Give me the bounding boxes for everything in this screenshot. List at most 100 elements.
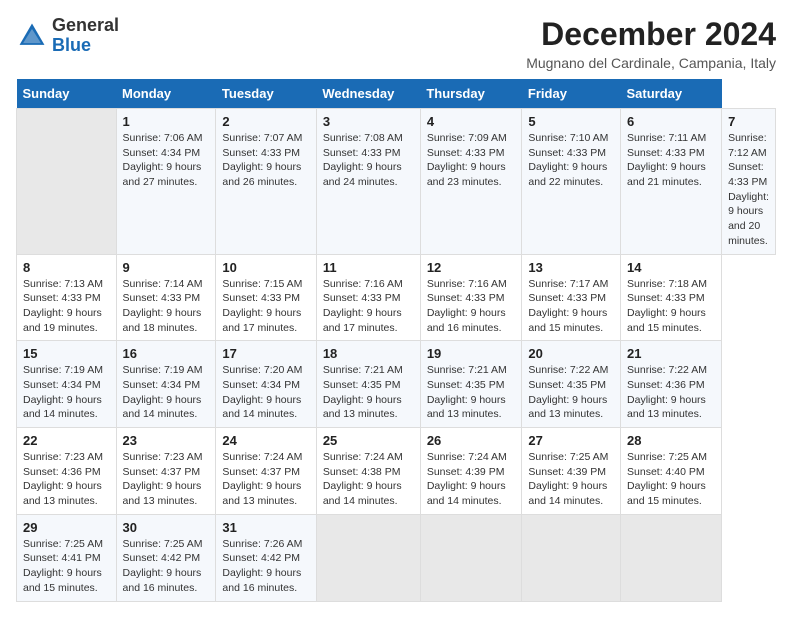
calendar-cell: 3Sunrise: 7:08 AMSunset: 4:33 PMDaylight… — [316, 109, 420, 255]
day-number: 13 — [528, 260, 614, 275]
calendar-cell: 14 Sunrise: 7:18 AMSunset: 4:33 PMDayligh… — [621, 254, 722, 341]
day-info: Sunrise: 7:25 AMSunset: 4:42 PMDaylight:… — [123, 537, 210, 596]
calendar-cell: 31 Sunrise: 7:26 AMSunset: 4:42 PMDayligh… — [216, 514, 316, 601]
calendar-cell: 17Sunrise: 7:20 AMSunset: 4:34 PMDayligh… — [216, 341, 316, 428]
day-info: Sunrise: 7:21 AMSunset: 4:35 PMDaylight:… — [427, 363, 516, 422]
header-day-sunday: Sunday — [17, 79, 117, 109]
day-number: 5 — [528, 114, 614, 129]
calendar-cell: 26 Sunrise: 7:24 AMSunset: 4:39 PMDayligh… — [420, 428, 522, 515]
day-info: Sunrise: 7:19 AMSunset: 4:34 PMDaylight:… — [123, 363, 210, 422]
calendar-cell: 5 Sunrise: 7:10 AMSunset: 4:33 PMDaylight… — [522, 109, 621, 255]
day-info: Sunrise: 7:07 AMSunset: 4:33 PMDaylight:… — [222, 131, 309, 190]
calendar-cell: 29Sunrise: 7:25 AMSunset: 4:41 PMDayligh… — [17, 514, 117, 601]
calendar-cell: 8 Sunrise: 7:13 AMSunset: 4:33 PMDaylight… — [17, 254, 117, 341]
day-info: Sunrise: 7:08 AMSunset: 4:33 PMDaylight:… — [323, 131, 414, 190]
day-info: Sunrise: 7:16 AMSunset: 4:33 PMDaylight:… — [323, 277, 414, 336]
calendar-week-3: 15 Sunrise: 7:19 AMSunset: 4:34 PMDayligh… — [17, 341, 776, 428]
day-info: Sunrise: 7:20 AMSunset: 4:34 PMDaylight:… — [222, 363, 309, 422]
calendar-week-2: 8 Sunrise: 7:13 AMSunset: 4:33 PMDaylight… — [17, 254, 776, 341]
header-day-saturday: Saturday — [621, 79, 722, 109]
day-number: 23 — [123, 433, 210, 448]
calendar-cell: 10 Sunrise: 7:15 AMSunset: 4:33 PMDayligh… — [216, 254, 316, 341]
calendar-week-4: 22Sunrise: 7:23 AMSunset: 4:36 PMDayligh… — [17, 428, 776, 515]
calendar-cell: 15 Sunrise: 7:19 AMSunset: 4:34 PMDayligh… — [17, 341, 117, 428]
calendar-cell: 25Sunrise: 7:24 AMSunset: 4:38 PMDayligh… — [316, 428, 420, 515]
day-number: 16 — [123, 346, 210, 361]
day-info: Sunrise: 7:23 AMSunset: 4:37 PMDaylight:… — [123, 450, 210, 509]
day-number: 19 — [427, 346, 516, 361]
calendar-cell: 12 Sunrise: 7:16 AMSunset: 4:33 PMDayligh… — [420, 254, 522, 341]
month-title: December 2024 — [526, 16, 776, 53]
calendar-cell: 23 Sunrise: 7:23 AMSunset: 4:37 PMDayligh… — [116, 428, 216, 515]
calendar-cell — [316, 514, 420, 601]
day-number: 31 — [222, 520, 309, 535]
calendar-cell: 21 Sunrise: 7:22 AMSunset: 4:36 PMDayligh… — [621, 341, 722, 428]
day-number: 20 — [528, 346, 614, 361]
logo: General Blue — [16, 16, 119, 56]
calendar-cell: 28Sunrise: 7:25 AMSunset: 4:40 PMDayligh… — [621, 428, 722, 515]
day-number: 24 — [222, 433, 309, 448]
day-info: Sunrise: 7:25 AMSunset: 4:40 PMDaylight:… — [627, 450, 715, 509]
day-info: Sunrise: 7:25 AMSunset: 4:39 PMDaylight:… — [528, 450, 614, 509]
day-info: Sunrise: 7:14 AMSunset: 4:33 PMDaylight:… — [123, 277, 210, 336]
day-info: Sunrise: 7:12 AMSunset: 4:33 PMDaylight:… — [728, 131, 769, 249]
calendar-week-1: 1 Sunrise: 7:06 AMSunset: 4:34 PMDaylight… — [17, 109, 776, 255]
day-info: Sunrise: 7:26 AMSunset: 4:42 PMDaylight:… — [222, 537, 309, 596]
day-info: Sunrise: 7:25 AMSunset: 4:41 PMDaylight:… — [23, 537, 110, 596]
day-info: Sunrise: 7:15 AMSunset: 4:33 PMDaylight:… — [222, 277, 309, 336]
calendar-cell: 30Sunrise: 7:25 AMSunset: 4:42 PMDayligh… — [116, 514, 216, 601]
header-day-wednesday: Wednesday — [316, 79, 420, 109]
day-number: 21 — [627, 346, 715, 361]
logo-text: General Blue — [52, 16, 119, 56]
calendar-cell: 4Sunrise: 7:09 AMSunset: 4:33 PMDaylight… — [420, 109, 522, 255]
day-number: 18 — [323, 346, 414, 361]
header-day-friday: Friday — [522, 79, 621, 109]
day-number: 25 — [323, 433, 414, 448]
day-number: 22 — [23, 433, 110, 448]
calendar-cell: 7 Sunrise: 7:12 AMSunset: 4:33 PMDaylight… — [722, 109, 776, 255]
calendar-cell: 6Sunrise: 7:11 AMSunset: 4:33 PMDaylight… — [621, 109, 722, 255]
day-info: Sunrise: 7:19 AMSunset: 4:34 PMDaylight:… — [23, 363, 110, 422]
header-day-thursday: Thursday — [420, 79, 522, 109]
header-day-monday: Monday — [116, 79, 216, 109]
calendar-cell: 19 Sunrise: 7:21 AMSunset: 4:35 PMDayligh… — [420, 341, 522, 428]
day-number: 15 — [23, 346, 110, 361]
day-info: Sunrise: 7:17 AMSunset: 4:33 PMDaylight:… — [528, 277, 614, 336]
calendar-cell: 16 Sunrise: 7:19 AMSunset: 4:34 PMDayligh… — [116, 341, 216, 428]
calendar-cell: 20 Sunrise: 7:22 AMSunset: 4:35 PMDayligh… — [522, 341, 621, 428]
day-number: 8 — [23, 260, 110, 275]
day-number: 10 — [222, 260, 309, 275]
day-info: Sunrise: 7:16 AMSunset: 4:33 PMDaylight:… — [427, 277, 516, 336]
day-info: Sunrise: 7:10 AMSunset: 4:33 PMDaylight:… — [528, 131, 614, 190]
day-number: 26 — [427, 433, 516, 448]
day-number: 27 — [528, 433, 614, 448]
day-info: Sunrise: 7:24 AMSunset: 4:39 PMDaylight:… — [427, 450, 516, 509]
day-info: Sunrise: 7:06 AMSunset: 4:34 PMDaylight:… — [123, 131, 210, 190]
calendar-cell — [420, 514, 522, 601]
day-number: 14 — [627, 260, 715, 275]
calendar-cell: 24 Sunrise: 7:24 AMSunset: 4:37 PMDayligh… — [216, 428, 316, 515]
calendar-cell — [17, 109, 117, 255]
day-info: Sunrise: 7:18 AMSunset: 4:33 PMDaylight:… — [627, 277, 715, 336]
calendar-cell: 27 Sunrise: 7:25 AMSunset: 4:39 PMDayligh… — [522, 428, 621, 515]
day-number: 6 — [627, 114, 715, 129]
title-block: December 2024 Mugnano del Cardinale, Cam… — [526, 16, 776, 71]
day-info: Sunrise: 7:09 AMSunset: 4:33 PMDaylight:… — [427, 131, 516, 190]
calendar-cell: 2 Sunrise: 7:07 AMSunset: 4:33 PMDaylight… — [216, 109, 316, 255]
calendar-cell — [621, 514, 722, 601]
page-header: General Blue December 2024 Mugnano del C… — [16, 16, 776, 71]
day-number: 11 — [323, 260, 414, 275]
calendar-cell: 13 Sunrise: 7:17 AMSunset: 4:33 PMDayligh… — [522, 254, 621, 341]
calendar-header-row: SundayMondayTuesdayWednesdayThursdayFrid… — [17, 79, 776, 109]
calendar-cell — [522, 514, 621, 601]
day-number: 2 — [222, 114, 309, 129]
day-info: Sunrise: 7:13 AMSunset: 4:33 PMDaylight:… — [23, 277, 110, 336]
day-info: Sunrise: 7:24 AMSunset: 4:37 PMDaylight:… — [222, 450, 309, 509]
location: Mugnano del Cardinale, Campania, Italy — [526, 55, 776, 71]
day-number: 7 — [728, 114, 769, 129]
day-info: Sunrise: 7:22 AMSunset: 4:36 PMDaylight:… — [627, 363, 715, 422]
day-info: Sunrise: 7:22 AMSunset: 4:35 PMDaylight:… — [528, 363, 614, 422]
day-number: 12 — [427, 260, 516, 275]
day-number: 1 — [123, 114, 210, 129]
calendar-body: 1 Sunrise: 7:06 AMSunset: 4:34 PMDaylight… — [17, 109, 776, 602]
